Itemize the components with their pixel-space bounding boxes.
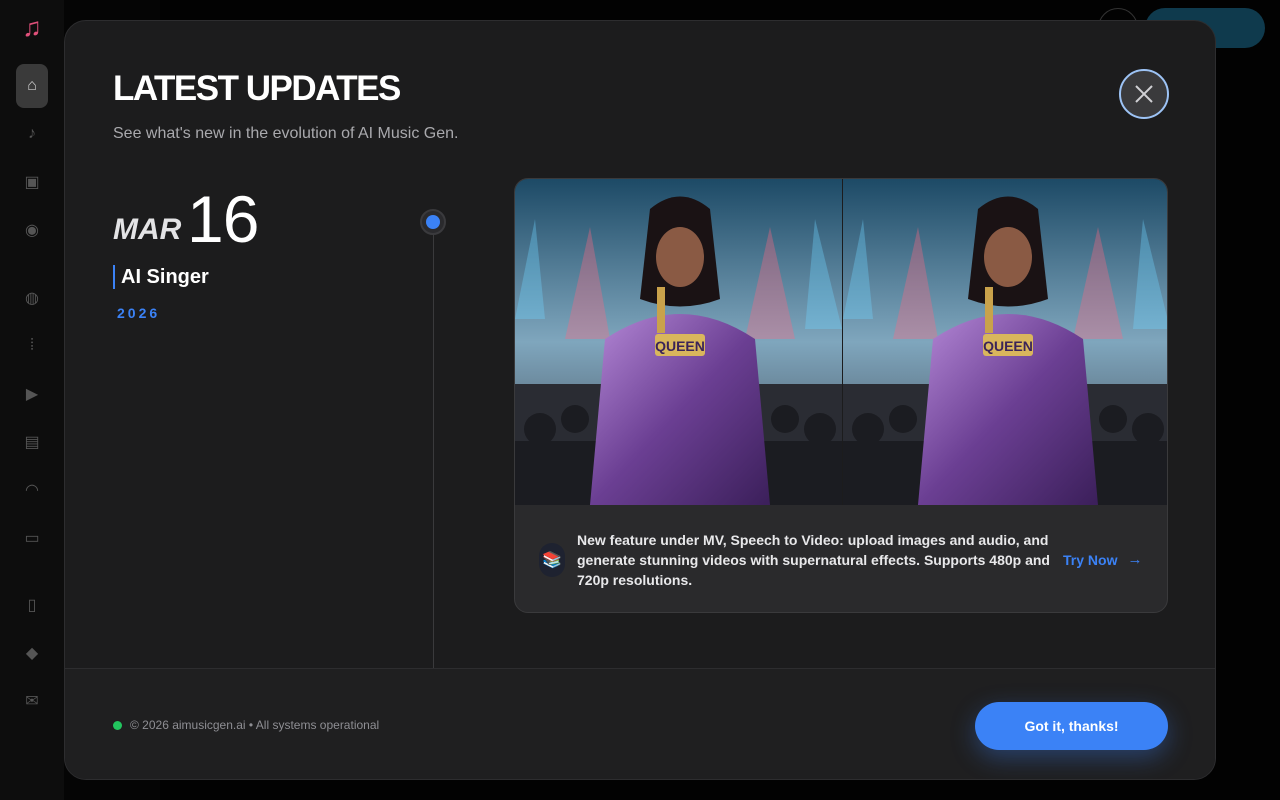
nav-music-icon[interactable]: ♪ (16, 118, 48, 150)
nav-file-music-icon[interactable]: ▤ (16, 426, 48, 458)
entry-title: AI Singer (113, 265, 209, 289)
status-text: © 2026 aimusicgen.ai • All systems opera… (130, 718, 380, 732)
updates-modal: LATEST UPDATES See what's new in the evo… (64, 20, 1216, 780)
nav-cup-icon[interactable]: ▭ (16, 522, 48, 554)
nav-mail-icon[interactable]: ✉ (16, 685, 48, 717)
modal-title: LATEST UPDATES (113, 69, 401, 108)
try-now-link[interactable]: Try Now → (1063, 551, 1142, 568)
timeline-dot (420, 209, 446, 235)
nav-voice-icon[interactable]: ◍ (16, 282, 48, 314)
update-card-body: 📚 New feature under MV, Speech to Video:… (515, 505, 1167, 612)
try-now-label: Try Now (1063, 551, 1118, 568)
update-card: QUEEN QUEEN 📚 New feature under MV, Spee… (514, 178, 1168, 613)
preview-image-right: QUEEN (842, 179, 1167, 505)
badge-text-left: QUEEN (655, 338, 705, 354)
close-icon (1135, 85, 1153, 103)
nav-explore-icon[interactable]: ◉ (16, 214, 48, 246)
update-media: QUEEN QUEEN (515, 179, 1167, 505)
update-description: New feature under MV, Speech to Video: u… (577, 531, 1050, 588)
entry-month: MAR (113, 213, 182, 246)
nav-library-icon[interactable]: ▣ (16, 166, 48, 198)
timeline-line (433, 231, 434, 671)
nav-tag-icon[interactable]: ◆ (16, 637, 48, 669)
system-status: © 2026 aimusicgen.ai • All systems opera… (113, 718, 379, 732)
arrow-right-icon: → (1127, 551, 1143, 568)
preview-image-left: QUEEN (515, 179, 842, 505)
app-logo: ♫ (22, 12, 42, 42)
entry-day: 16 (187, 182, 259, 256)
modal-subtitle: See what's new in the evolution of AI Mu… (113, 125, 459, 142)
badge-text-right: QUEEN (983, 338, 1033, 354)
nav-waveform-icon[interactable]: ⦙ (16, 330, 48, 362)
close-button[interactable] (1119, 69, 1169, 119)
got-it-button[interactable]: Got it, thanks! (975, 702, 1168, 750)
books-icon: 📚 (539, 542, 565, 577)
status-dot-icon (113, 720, 122, 730)
nav-video-icon[interactable]: ▶ (16, 378, 48, 410)
nav-book-icon[interactable]: ▯ (16, 589, 48, 621)
nav-home-icon[interactable]: ⌂ (16, 64, 48, 108)
entry-year: 2026 (117, 305, 161, 321)
nav-headphones-icon[interactable]: ◠ (16, 474, 48, 506)
modal-footer: © 2026 aimusicgen.ai • All systems opera… (65, 668, 1215, 779)
app-sidebar: ♫ ⌂ ♪ ▣ ◉ ◍ ⦙ ▶ ▤ ◠ ▭ ▯ ◆ ✉ (0, 0, 64, 800)
